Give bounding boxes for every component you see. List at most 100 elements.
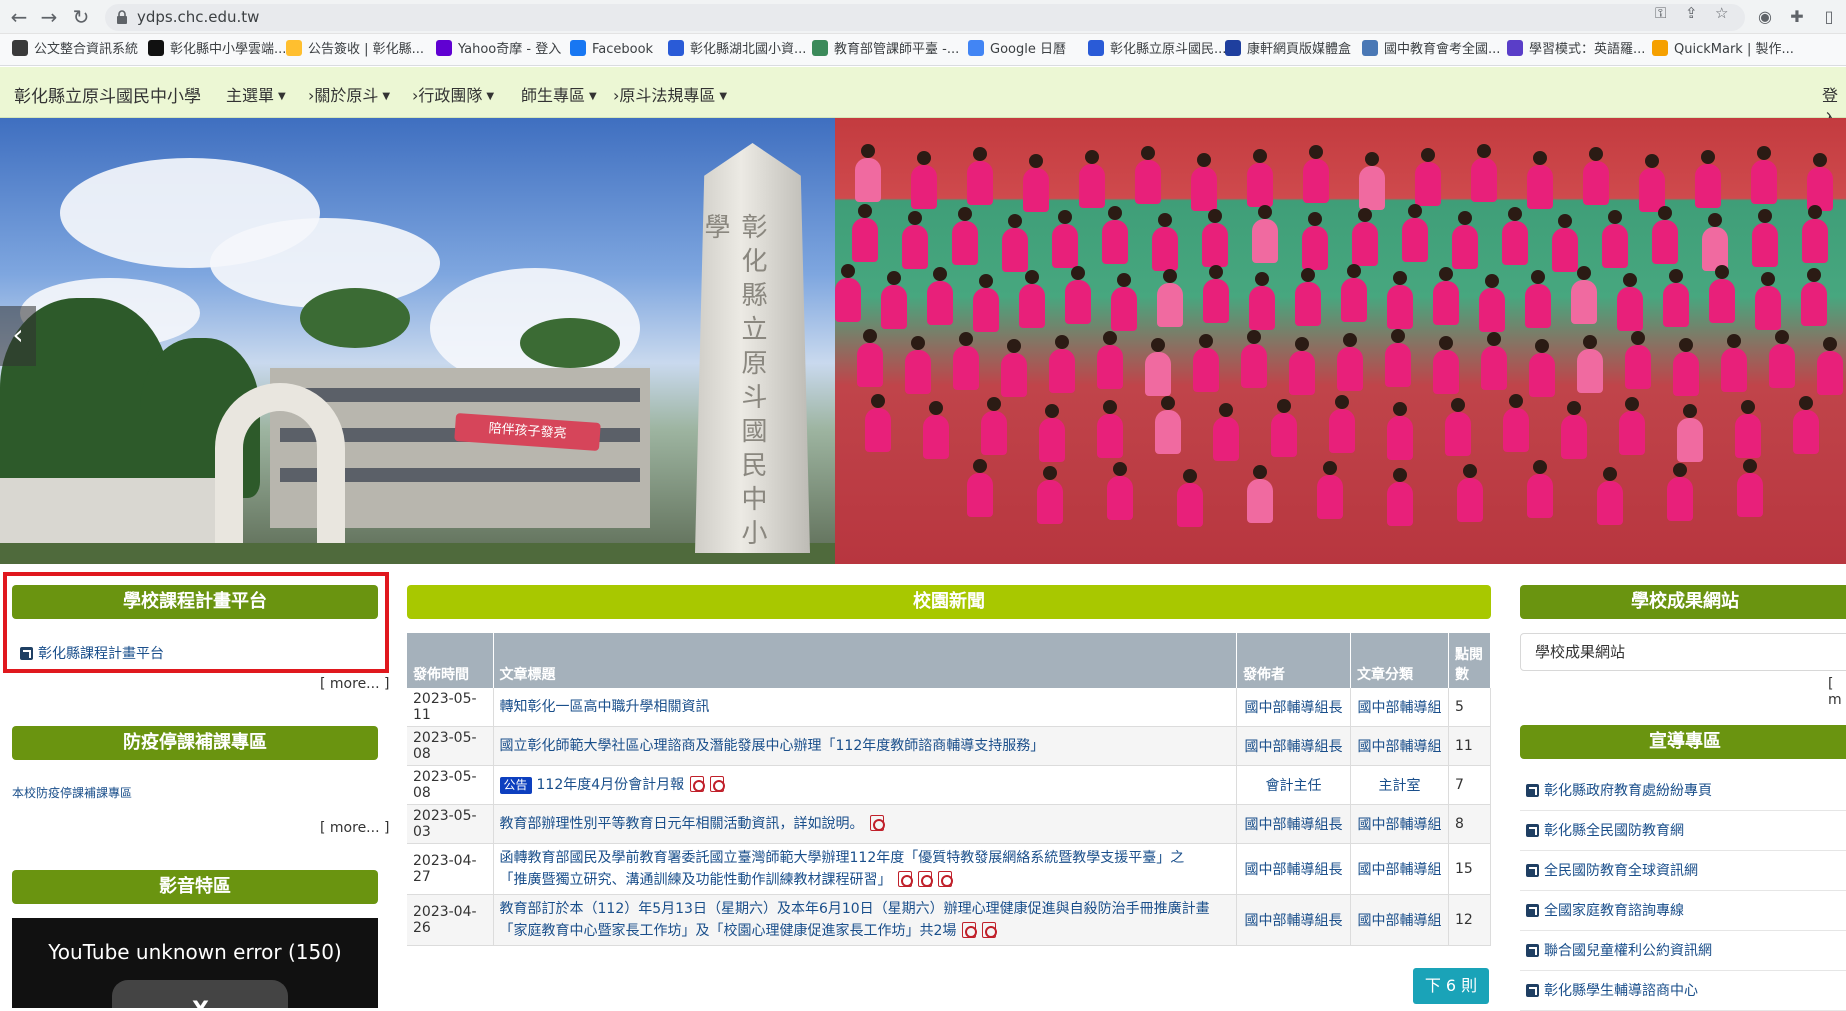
banner-students-photo bbox=[835, 118, 1846, 564]
menu-about[interactable]: ›關於原斗 ▼ bbox=[308, 82, 390, 106]
menu-main[interactable]: 主選單 ▼ bbox=[226, 82, 286, 106]
pdf-icon[interactable] bbox=[710, 776, 726, 792]
star-icon[interactable]: ☆ bbox=[1715, 4, 1728, 22]
key-icon[interactable]: ⚿ bbox=[1655, 4, 1666, 22]
news-category[interactable]: 國中部輔導組 bbox=[1350, 804, 1449, 844]
bookmark-item[interactable]: 公告簽收 | 彰化縣... bbox=[286, 40, 424, 60]
bookmark-item[interactable]: 彰化縣中小學雲端... bbox=[148, 40, 286, 60]
bookmark-item[interactable]: Google 日曆 bbox=[968, 40, 1066, 60]
news-title-link[interactable]: 國立彰化師範大學社區心理諮商及潛能發展中心辦理「112年度教師諮商輔導支持服務」 bbox=[493, 726, 1237, 766]
news-row[interactable]: 2023-05-08 國立彰化師範大學社區心理諮商及潛能發展中心辦理「112年度教… bbox=[407, 726, 1491, 766]
promo-link[interactable]: 彰化縣學生輔導諮商中心 bbox=[1520, 971, 1846, 1011]
promo-link[interactable]: 全民國防教育全球資訊網 bbox=[1520, 851, 1846, 891]
bookmark-favicon-icon bbox=[812, 40, 828, 56]
address-bar[interactable]: ydps.chc.edu.tw bbox=[105, 4, 1745, 31]
news-row[interactable]: 2023-04-26 教育部訂於本（112）年5月13日（星期六）及本年6月10日… bbox=[407, 894, 1491, 946]
achievement-more-link[interactable]: [ m bbox=[1828, 676, 1846, 708]
back-icon[interactable]: ← bbox=[6, 5, 32, 29]
student-figure bbox=[1247, 149, 1273, 207]
pdf-icon[interactable] bbox=[869, 815, 885, 831]
forward-icon[interactable]: → bbox=[36, 5, 62, 29]
carousel-prev-button[interactable]: ‹ bbox=[0, 306, 36, 366]
pdf-icon[interactable] bbox=[937, 871, 953, 887]
news-row[interactable]: 2023-05-11 轉知彰化一區高中職升學相關資訊 國中部輔導組長 國中部輔導組 5 bbox=[407, 688, 1491, 727]
bookmark-item[interactable]: QuickMark | 製作... bbox=[1652, 40, 1794, 60]
bookmark-item[interactable]: 學習模式：英語羅... bbox=[1507, 40, 1645, 60]
caret-down-icon: ▼ bbox=[382, 91, 391, 102]
news-row[interactable]: 2023-04-27 函轉教育部國民及學前教育署委託國立臺灣師範大學辦理112年度… bbox=[407, 843, 1491, 895]
bookmark-item[interactable]: Facebook bbox=[570, 40, 653, 60]
news-category[interactable]: 主計室 bbox=[1350, 765, 1449, 805]
next-page-button[interactable]: 下 6 則 bbox=[1413, 968, 1489, 1004]
student-figure bbox=[1295, 268, 1321, 326]
bookmark-favicon-icon bbox=[1225, 40, 1241, 56]
menu-admin[interactable]: ›行政團隊 ▼ bbox=[412, 82, 494, 106]
news-title-link[interactable]: 公告 112年度4月份會計月報 bbox=[493, 765, 1237, 805]
bookmark-item[interactable]: 公文整合資訊系統 bbox=[12, 40, 138, 60]
student-figure bbox=[1793, 396, 1819, 454]
menu-teachers-students[interactable]: 師生專區 ▼ bbox=[521, 82, 597, 106]
news-title-link[interactable]: 轉知彰化一區高中職升學相關資訊 bbox=[493, 688, 1237, 727]
epidemic-more-link[interactable]: [ more... ] bbox=[320, 820, 389, 836]
course-more-link[interactable]: [ more... ] bbox=[320, 676, 389, 692]
news-category[interactable]: 國中部輔導組 bbox=[1350, 894, 1449, 946]
promo-link[interactable]: 彰化縣全民國防教育網 bbox=[1520, 811, 1846, 851]
news-category[interactable]: 國中部輔導組 bbox=[1350, 726, 1449, 766]
play-icon[interactable] bbox=[112, 980, 288, 1008]
student-figure bbox=[911, 151, 937, 209]
menu-regulations[interactable]: ›原斗法規專區 ▼ bbox=[613, 82, 727, 106]
bookmark-item[interactable]: 康軒網頁版媒體盒 bbox=[1225, 40, 1351, 60]
bookmark-item[interactable]: 國中教育會考全國... bbox=[1362, 40, 1500, 60]
pdf-icon[interactable] bbox=[917, 871, 933, 887]
news-category[interactable]: 國中部輔導組 bbox=[1350, 688, 1449, 727]
youtube-player[interactable]: YouTube unknown error (150) bbox=[12, 918, 378, 1008]
student-figure bbox=[857, 329, 883, 387]
bookmark-item[interactable]: 教育部管課師平臺 -... bbox=[812, 40, 959, 60]
student-figure bbox=[1529, 339, 1555, 397]
news-author[interactable]: 國中部輔導組長 bbox=[1236, 726, 1351, 766]
site-brand[interactable]: 彰化縣立原斗國民中小學 bbox=[14, 82, 201, 107]
news-title-link[interactable]: 教育部辦理性別平等教育日元年相關活動資訊，詳如說明。 bbox=[493, 804, 1237, 844]
news-title-link[interactable]: 函轉教育部國民及學前教育署委託國立臺灣師範大學辦理112年度「優質特教發展網絡系… bbox=[493, 843, 1237, 895]
reload-icon[interactable]: ↻ bbox=[68, 5, 94, 29]
student-figure bbox=[1457, 464, 1483, 522]
caret-down-icon: ▼ bbox=[486, 91, 495, 102]
news-row[interactable]: 2023-05-03 教育部辦理性別平等教育日元年相關活動資訊，詳如說明。 國中部輔… bbox=[407, 804, 1491, 844]
news-author[interactable]: 國中部輔導組長 bbox=[1236, 843, 1351, 895]
bookmark-item[interactable]: Yahoo奇摩 - 登入 bbox=[436, 40, 561, 60]
news-author[interactable]: 國中部輔導組長 bbox=[1236, 894, 1351, 946]
news-author[interactable]: 會計主任 bbox=[1236, 765, 1351, 805]
puzzle-icon[interactable]: ✚ bbox=[1787, 7, 1807, 27]
student-figure bbox=[1052, 210, 1078, 268]
epidemic-link[interactable]: 本校防疫停課補課專區 bbox=[12, 784, 132, 801]
student-figure bbox=[865, 394, 891, 452]
external-link-icon bbox=[1526, 864, 1539, 877]
bookmark-item[interactable]: 彰化縣湖北國小資... bbox=[668, 40, 806, 60]
news-category[interactable]: 國中部輔導組 bbox=[1350, 843, 1449, 895]
student-figure bbox=[1597, 467, 1623, 525]
pdf-icon[interactable] bbox=[982, 922, 998, 938]
student-figure bbox=[1737, 459, 1763, 517]
student-figure bbox=[953, 332, 979, 390]
student-figure bbox=[1102, 206, 1128, 264]
external-link-icon bbox=[1526, 784, 1539, 797]
promo-link[interactable]: 全國家庭教育諮詢專線 bbox=[1520, 891, 1846, 931]
student-figure bbox=[1415, 148, 1441, 206]
news-row[interactable]: 2023-05-08 公告 112年度4月份會計月報 會計主任 主計室 7 bbox=[407, 765, 1491, 805]
sidepanel-icon[interactable]: ▯ bbox=[1819, 7, 1839, 27]
news-hits: 7 bbox=[1448, 765, 1491, 805]
pdf-icon[interactable] bbox=[897, 871, 913, 887]
achievement-select[interactable]: 學校成果網站 bbox=[1520, 633, 1846, 671]
promo-link[interactable]: 聯合國兒童權利公約資訊網 bbox=[1520, 931, 1846, 971]
promo-link[interactable]: 彰化縣政府教育處紛紛專頁 bbox=[1520, 771, 1846, 811]
bookmark-item[interactable]: 彰化縣立原斗國民... bbox=[1088, 40, 1226, 60]
news-title-link[interactable]: 教育部訂於本（112）年5月13日（星期六）及本年6月10日（星期六）辦理心理健… bbox=[493, 894, 1237, 946]
pdf-icon[interactable] bbox=[962, 922, 978, 938]
pdf-icon[interactable] bbox=[690, 776, 706, 792]
news-author[interactable]: 國中部輔導組長 bbox=[1236, 804, 1351, 844]
extension-icon[interactable]: ◉ bbox=[1755, 7, 1775, 27]
share-icon[interactable]: ⇪ bbox=[1685, 4, 1698, 22]
bookmark-favicon-icon bbox=[148, 40, 164, 56]
student-figure bbox=[1552, 214, 1578, 272]
news-author[interactable]: 國中部輔導組長 bbox=[1236, 688, 1351, 727]
